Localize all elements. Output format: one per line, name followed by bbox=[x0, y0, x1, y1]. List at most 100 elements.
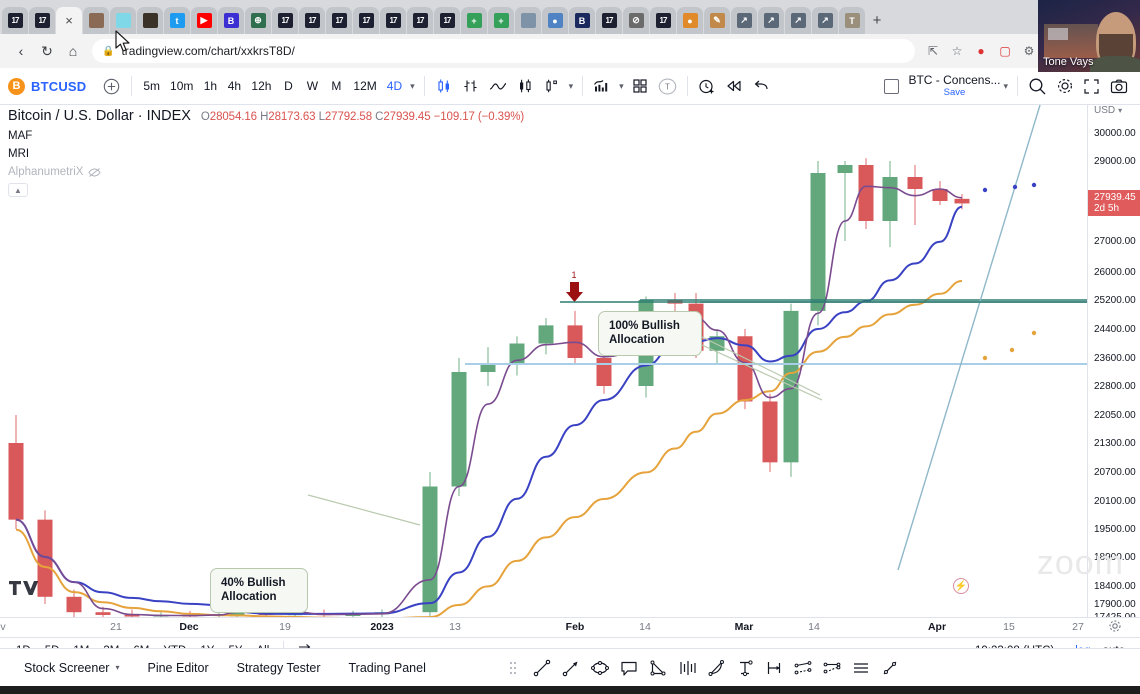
undo-icon[interactable] bbox=[748, 73, 775, 99]
snapshot-camera-icon[interactable] bbox=[1105, 73, 1132, 99]
bar-chart-icon[interactable] bbox=[458, 73, 485, 99]
chart-settings-gear-icon[interactable] bbox=[1108, 619, 1122, 636]
price-axis[interactable]: USD ▾ 30000.00 29000.00 27000.00 26000.00 252… bbox=[1087, 105, 1140, 623]
indicator-maf[interactable]: MAF bbox=[8, 130, 524, 142]
arrow-line-icon[interactable] bbox=[558, 655, 584, 681]
heikin-ashi-icon[interactable] bbox=[539, 73, 566, 99]
home-icon[interactable]: ⌂ bbox=[60, 38, 86, 64]
tab-dark[interactable] bbox=[137, 7, 163, 34]
text-template-icon[interactable]: T bbox=[654, 73, 681, 99]
tab-youtube[interactable]: ▶ bbox=[191, 7, 217, 34]
tab-tv-11[interactable]: 17 bbox=[650, 7, 676, 34]
tab-t[interactable]: T bbox=[839, 7, 865, 34]
tab-grayblue[interactable] bbox=[515, 7, 541, 34]
footer-trading-panel[interactable]: Trading Panel bbox=[334, 661, 439, 675]
tab-bsq[interactable]: B bbox=[569, 7, 595, 34]
close-icon[interactable]: × bbox=[65, 13, 73, 28]
indicator-mri[interactable]: MRI bbox=[8, 148, 524, 160]
tab-orange[interactable]: ● bbox=[677, 7, 703, 34]
fullscreen-icon[interactable] bbox=[1078, 73, 1105, 99]
save-layout-link[interactable]: Save bbox=[908, 87, 1000, 98]
tab-chart-2[interactable]: ↗ bbox=[758, 7, 784, 34]
tab-circle[interactable]: ● bbox=[542, 7, 568, 34]
interval-1h[interactable]: 1h bbox=[198, 73, 222, 99]
parallel-channel-icon[interactable] bbox=[790, 655, 816, 681]
currency-selector[interactable]: USD ▾ bbox=[1088, 105, 1140, 116]
line-chart-icon[interactable] bbox=[485, 73, 512, 99]
interval-12M[interactable]: 12M bbox=[348, 73, 381, 99]
indicators-icon[interactable] bbox=[589, 73, 616, 99]
tab-green-1[interactable]: + bbox=[461, 7, 487, 34]
pitchfork-icon[interactable] bbox=[674, 655, 700, 681]
interval-D[interactable]: D bbox=[276, 73, 300, 99]
interval-active[interactable]: 4D bbox=[382, 73, 407, 99]
tab-chart-3[interactable]: ↗ bbox=[785, 7, 811, 34]
tab-tv-10[interactable]: 17 bbox=[596, 7, 622, 34]
candlestick-chart-icon[interactable] bbox=[431, 73, 458, 99]
reload-icon[interactable]: ↻ bbox=[34, 38, 60, 64]
tab-pencil[interactable]: ✎ bbox=[704, 7, 730, 34]
new-tab-button[interactable]: + bbox=[866, 7, 888, 34]
flash-alert-icon[interactable]: ⚡ bbox=[953, 578, 969, 594]
trend-line-icon[interactable] bbox=[529, 655, 555, 681]
tab-tv-4[interactable]: 17 bbox=[299, 7, 325, 34]
down-arrow-marker[interactable] bbox=[566, 282, 583, 302]
long-position-icon[interactable] bbox=[732, 655, 758, 681]
opera-icon[interactable]: ● bbox=[969, 39, 993, 63]
ellipse-icon[interactable] bbox=[587, 655, 613, 681]
indicator-alphanumetrix[interactable]: AlphanumetriX bbox=[8, 166, 524, 178]
tab-b[interactable]: B bbox=[218, 7, 244, 34]
tab-tv-9[interactable]: 17 bbox=[434, 7, 460, 34]
pdf-icon[interactable]: ▢ bbox=[993, 39, 1017, 63]
url-bar[interactable]: 🔒 tradingview.com/chart/xxkrsT8D/ bbox=[92, 39, 915, 63]
tab-ban[interactable]: ⊘ bbox=[623, 7, 649, 34]
replay-icon[interactable] bbox=[721, 73, 748, 99]
tab-green-2[interactable]: + bbox=[488, 7, 514, 34]
time-axis[interactable]: v 21 Dec 19 2023 13 Feb 14 Mar 14 Apr 15 27 bbox=[0, 617, 1140, 637]
arc-icon[interactable] bbox=[703, 655, 729, 681]
annotation-40-bullish[interactable]: 40% Bullish Allocation bbox=[210, 568, 308, 613]
tab-tv-8[interactable]: 17 bbox=[407, 7, 433, 34]
tab-chart-4[interactable]: ↗ bbox=[812, 7, 838, 34]
tab-twitter[interactable]: t bbox=[164, 7, 190, 34]
tab-photo[interactable] bbox=[83, 7, 109, 34]
footer-strategy-tester[interactable]: Strategy Tester bbox=[223, 661, 335, 675]
alert-clock-icon[interactable] bbox=[694, 73, 721, 99]
indicators-dropdown-icon[interactable]: ▾ bbox=[616, 81, 627, 92]
add-symbol-icon[interactable] bbox=[98, 73, 125, 99]
hollow-candles-icon[interactable] bbox=[512, 73, 539, 99]
interval-4h[interactable]: 4h bbox=[222, 73, 246, 99]
chart-type-dropdown-icon[interactable]: ▾ bbox=[566, 81, 577, 92]
footer-stock-screener[interactable]: Stock Screener ▾ bbox=[10, 661, 133, 675]
search-icon[interactable] bbox=[1024, 73, 1051, 99]
callout-icon[interactable] bbox=[616, 655, 642, 681]
tab-tv-2[interactable]: 17 bbox=[29, 7, 55, 34]
flat-channel-icon[interactable] bbox=[819, 655, 845, 681]
footer-pine-editor[interactable]: Pine Editor bbox=[133, 661, 222, 675]
trend-line-up[interactable] bbox=[897, 105, 1041, 571]
interval-M[interactable]: M bbox=[324, 73, 348, 99]
layout-checkbox[interactable] bbox=[884, 78, 900, 94]
triangle-icon[interactable] bbox=[645, 655, 671, 681]
back-icon[interactable]: ‹ bbox=[8, 38, 34, 64]
layout-dropdown-icon[interactable]: ▾ bbox=[1000, 81, 1011, 92]
settings-gear-icon[interactable] bbox=[1051, 73, 1078, 99]
tab-tv-7[interactable]: 17 bbox=[380, 7, 406, 34]
tab-active[interactable]: × bbox=[56, 7, 82, 34]
interval-5m[interactable]: 5m bbox=[138, 73, 165, 99]
tab-tv-5[interactable]: 17 bbox=[326, 7, 352, 34]
crossline-icon[interactable] bbox=[877, 655, 903, 681]
tab-tv-1[interactable]: 17 bbox=[2, 7, 28, 34]
interval-dropdown-icon[interactable]: ▾ bbox=[407, 81, 418, 92]
interval-W[interactable]: W bbox=[300, 73, 324, 99]
share-icon[interactable]: ⇱ bbox=[921, 39, 945, 63]
layouts-grid-icon[interactable] bbox=[627, 73, 654, 99]
symbol-search-button[interactable]: BTCUSD bbox=[31, 79, 86, 94]
tab-tv-6[interactable]: 17 bbox=[353, 7, 379, 34]
legend-collapse-button[interactable]: ▲ bbox=[8, 183, 28, 197]
annotation-100-bullish[interactable]: 100% Bullish Allocation bbox=[598, 311, 702, 356]
chart-layout-name[interactable]: BTC - Concens... Save bbox=[908, 74, 1000, 98]
multi-line-icon[interactable] bbox=[848, 655, 874, 681]
chart-area[interactable]: Bitcoin / U.S. Dollar · INDEX O28054.16 … bbox=[0, 105, 1140, 617]
tab-globe[interactable]: ⊕ bbox=[245, 7, 271, 34]
